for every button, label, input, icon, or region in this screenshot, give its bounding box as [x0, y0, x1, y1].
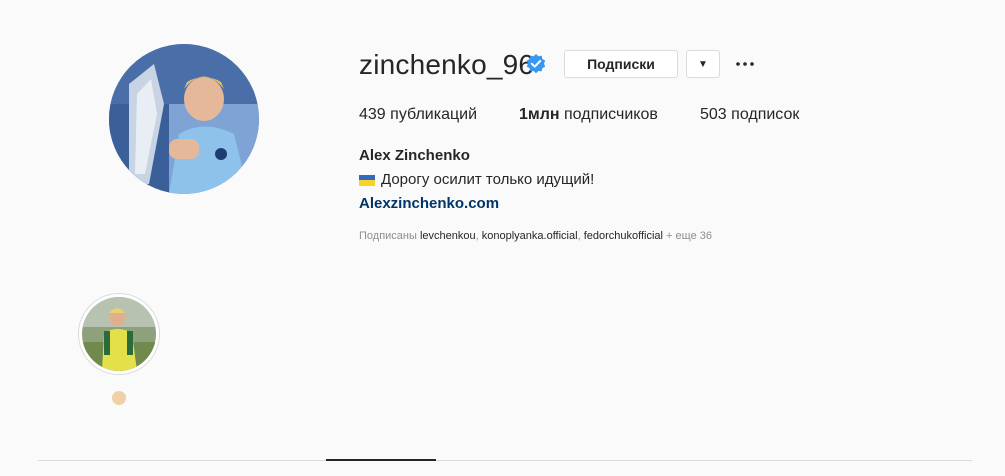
followers-count[interactable]: 1млн подписчиков	[519, 106, 658, 124]
profile-full-name: Alex Zinchenko	[359, 147, 470, 164]
followed-by-user[interactable]: fedorchukofficial	[584, 230, 663, 242]
profile-website-link[interactable]: Alexzinchenko.com	[359, 195, 499, 213]
posts-number: 439	[359, 106, 386, 123]
verified-badge-icon	[526, 54, 546, 74]
bio-text: Дорогу осилит только идущий!	[381, 171, 595, 188]
avatar-photo	[109, 44, 259, 194]
tabs-divider	[38, 460, 972, 461]
highlight-photo	[82, 297, 156, 371]
following-count[interactable]: 503 подписок	[700, 106, 799, 124]
following-label: подписок	[731, 106, 800, 123]
followers-number: 1млн	[519, 106, 560, 123]
posts-label: публикаций	[390, 106, 478, 123]
posts-count: 439 публикаций	[359, 106, 477, 124]
ukraine-flag-icon	[359, 174, 375, 186]
followed-by[interactable]: Подписаны levchenkou, konoplyanka.offici…	[359, 229, 712, 243]
more-options-button[interactable]	[734, 50, 756, 78]
more-dots-icon	[736, 62, 754, 66]
followed-by-user[interactable]: konoplyanka.official	[482, 230, 578, 242]
followed-by-user[interactable]: levchenkou	[420, 230, 476, 242]
followers-label: подписчиков	[564, 106, 658, 123]
suggestions-dropdown-button[interactable]: ▼	[686, 50, 720, 78]
profile-bio: Дорогу осилит только идущий!	[359, 171, 594, 189]
following-button[interactable]: Подписки	[564, 50, 678, 78]
profile-avatar[interactable]	[109, 44, 259, 194]
chevron-down-icon: ▼	[698, 58, 708, 70]
story-highlight-cover[interactable]	[82, 297, 156, 371]
highlight-title-emoji-icon	[112, 391, 126, 405]
profile-username: zinchenko_96	[359, 49, 535, 80]
followed-by-more[interactable]: + еще 36	[666, 230, 712, 242]
tab-posts-active-indicator[interactable]	[326, 459, 436, 461]
following-number: 503	[700, 106, 727, 123]
followed-by-prefix: Подписаны	[359, 230, 417, 242]
